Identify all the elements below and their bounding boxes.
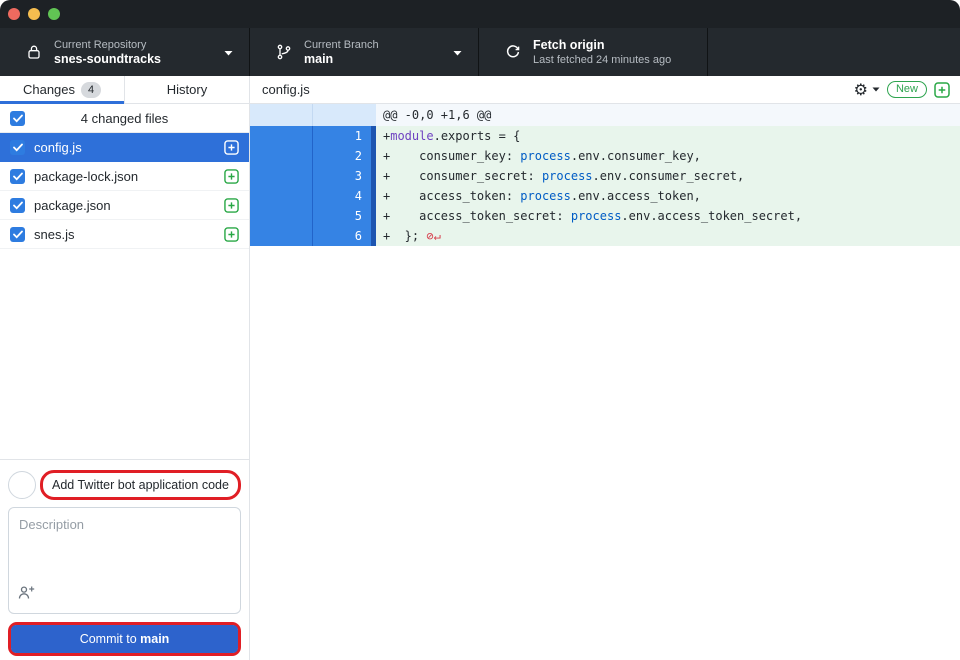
sync-icon [505,44,521,60]
new-file-badge: New [887,81,927,98]
current-repository-dropdown[interactable]: Current Repository snes-soundtracks [0,28,250,76]
commit-area: Add Twitter bot application code Descrip… [0,459,249,660]
file-added-status-icon [224,169,239,184]
diff-line-1[interactable]: 1+module.exports = { [250,126,960,146]
commit-button[interactable]: Commit to main [11,625,238,653]
file-list: config.js package-lock.json package.json sn… [0,133,249,249]
tab-history[interactable]: History [124,76,249,103]
sidebar: Changes 4 History 4 changed files config… [0,76,250,660]
file-added-status-icon [224,198,239,213]
toolbar-empty-area [708,28,960,76]
hunk-header-row: @@ -0,0 +1,6 @@ [250,104,960,126]
gear-icon: ⚙ [854,82,868,98]
chevron-down-icon [224,43,233,61]
diff-gutter[interactable]: 5 [250,206,376,226]
expand-diff-button[interactable] [934,82,950,98]
changes-count-badge: 4 [81,82,101,98]
file-header-bar: config.js ⚙ New [250,76,960,104]
diff-gutter[interactable]: 4 [250,186,376,206]
diff-code-text: + consumer_secret: process.env.consumer_… [376,166,960,186]
commit-description-textarea[interactable]: Description [8,507,241,614]
diff-pane: config.js ⚙ New [250,76,960,660]
diff-gutter[interactable]: 1 [250,126,376,146]
current-repository-label: Current Repository [54,38,218,52]
file-name: snes.js [34,227,224,242]
tab-changes[interactable]: Changes 4 [0,76,124,103]
diff-line-3[interactable]: 3+ consumer_secret: process.env.consumer… [250,166,960,186]
titlebar [0,0,960,28]
commit-button-branch: main [140,632,169,646]
tab-history-label: History [167,82,207,97]
chevron-down-icon [453,43,462,61]
select-all-checkbox[interactable] [10,111,25,126]
diff-code-text: + access_token: process.env.access_token… [376,186,960,206]
diff-line-2[interactable]: 2+ consumer_key: process.env.consumer_ke… [250,146,960,166]
file-name: package-lock.json [34,169,224,184]
file-row-snes.js[interactable]: snes.js [0,220,249,249]
file-checkbox[interactable] [10,198,25,213]
close-window-button[interactable] [8,8,20,20]
diff-gutter[interactable]: 2 [250,146,376,166]
diff-line-4[interactable]: 4+ access_token: process.env.access_toke… [250,186,960,206]
commit-summary-input[interactable]: Add Twitter bot application code [43,473,238,497]
diff-gutter[interactable]: 6 [250,226,376,246]
diff-view: @@ -0,0 +1,6 @@ 1+module.exports = {2+ c… [250,104,960,660]
diff-code-text: + }; ⊘↵ [376,226,960,246]
fetch-origin-subtitle: Last fetched 24 minutes ago [533,53,697,67]
file-name: config.js [34,140,224,155]
plus-square-icon [934,82,950,98]
changed-files-count: 4 changed files [0,111,249,126]
sidebar-empty-area [0,249,249,459]
diff-code-text: + consumer_key: process.env.consumer_key… [376,146,960,166]
git-branch-icon [276,44,292,60]
chevron-down-icon [872,87,880,92]
file-row-package.json[interactable]: package.json [0,191,249,220]
add-coauthor-icon[interactable] [18,585,35,605]
fetch-origin-title: Fetch origin [533,38,697,53]
file-added-status-icon [224,227,239,242]
changed-files-header: 4 changed files [0,104,249,133]
annotation-highlight-commit-button: Commit to main [8,622,241,656]
github-desktop-window: Current Repository snes-soundtracks Curr… [0,0,960,660]
file-added-status-icon [224,140,239,155]
sidebar-tabs: Changes 4 History [0,76,249,104]
file-name: package.json [34,198,224,213]
current-branch-label: Current Branch [304,38,447,52]
diff-code-text: +module.exports = { [376,126,960,146]
diff-line-5[interactable]: 5+ access_token_secret: process.env.acce… [250,206,960,226]
current-branch-dropdown[interactable]: Current Branch main [250,28,479,76]
lock-icon [26,44,42,60]
diff-line-6[interactable]: 6+ }; ⊘↵ [250,226,960,246]
zoom-window-button[interactable] [48,8,60,20]
current-repository-name: snes-soundtracks [54,52,218,67]
minimize-window-button[interactable] [28,8,40,20]
description-placeholder: Description [19,517,84,532]
current-branch-name: main [304,52,447,67]
tab-changes-label: Changes [23,82,75,97]
commit-button-prefix: Commit to [80,632,140,646]
fetch-origin-button[interactable]: Fetch origin Last fetched 24 minutes ago [479,28,708,76]
open-file-name: config.js [262,82,854,97]
toolbar: Current Repository snes-soundtracks Curr… [0,28,960,76]
file-checkbox[interactable] [10,227,25,242]
hunk-header-text: @@ -0,0 +1,6 @@ [376,104,960,126]
file-checkbox[interactable] [10,169,25,184]
diff-code-text: + access_token_secret: process.env.acces… [376,206,960,226]
file-checkbox[interactable] [10,140,25,155]
file-row-package-lock.json[interactable]: package-lock.json [0,162,249,191]
file-row-config.js[interactable]: config.js [0,133,249,162]
avatar [8,471,36,499]
diff-gutter[interactable]: 3 [250,166,376,186]
diff-options-button[interactable]: ⚙ [854,82,880,98]
annotation-highlight-summary: Add Twitter bot application code [40,470,241,500]
